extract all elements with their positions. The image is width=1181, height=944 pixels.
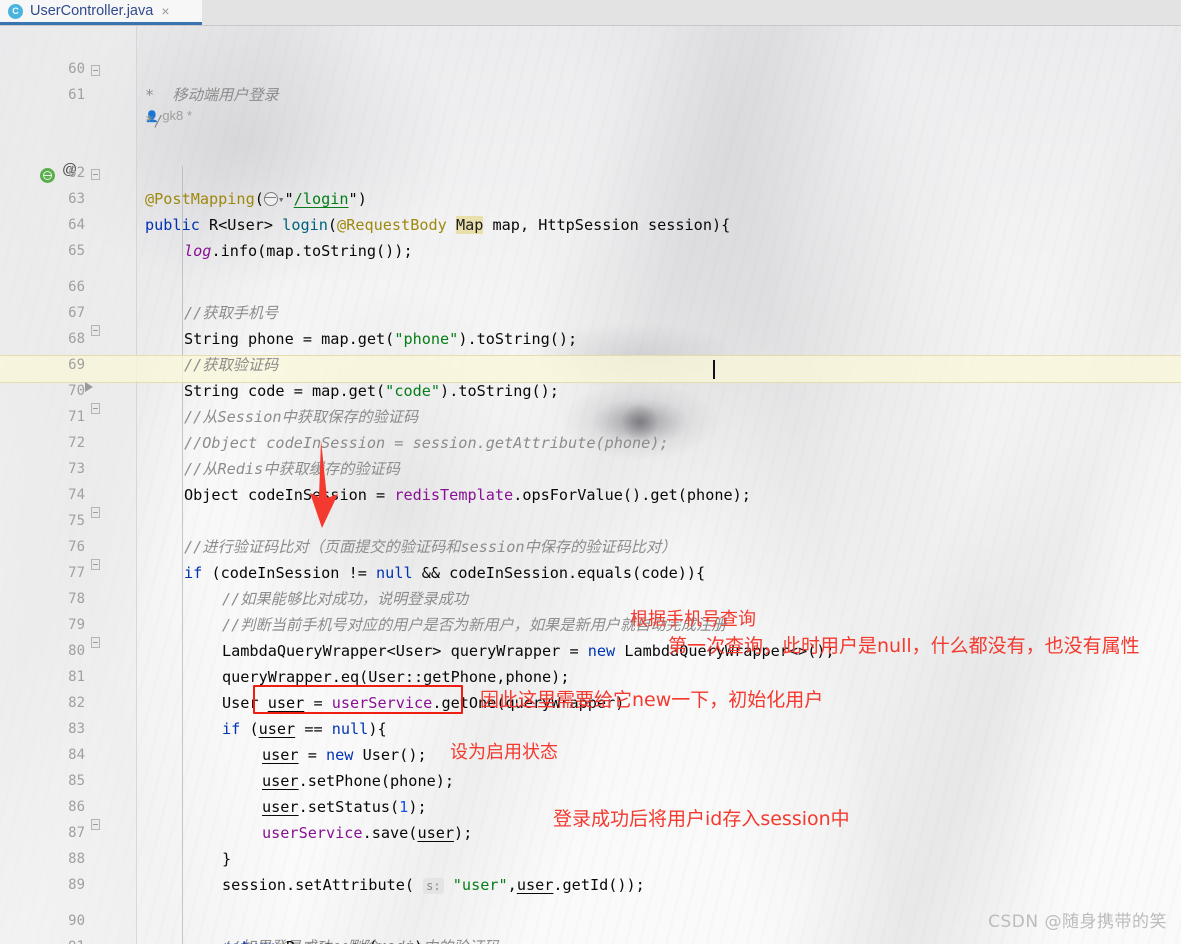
code-line-84[interactable]: 84 user.setPhone(phone);	[0, 716, 1181, 790]
code-line-67[interactable]: 67 String phone = map.get("phone").toStr…	[0, 274, 1181, 348]
code-line-60[interactable]: 60 * 移动端用户登录	[0, 30, 1181, 104]
tab-bar-empty-area	[202, 0, 1181, 25]
code-line-69[interactable]: 69 String code = map.get("code").toStrin…	[0, 326, 1181, 400]
annotation-store-user-id-session: 登录成功后将用户id存入session中	[553, 808, 850, 830]
editor-tab-bar: C UserController.java ×	[0, 0, 1181, 25]
code-line-90[interactable]: 90 //如果登录成功，删除redis中的验证码	[0, 882, 1181, 944]
annotation-first-query-null: 第一次查询，此时用户是null，什么都没有，也没有属性	[668, 635, 1140, 657]
code-line-72[interactable]: 72 //从Redis中获取缓存的验证码	[0, 404, 1181, 478]
annotation-query-by-phone: 根据手机号查询	[630, 609, 756, 630]
code-line-74[interactable]: 74	[0, 456, 1181, 503]
tab-usercontroller-java[interactable]: C UserController.java ×	[0, 0, 202, 25]
code-editor[interactable]: @ 👤 gk8 * 60 * 移动端用户登录 61 */ 62 @PostMap…	[0, 26, 1181, 944]
code-line-71[interactable]: 71 //Object codeInSession = session.getA…	[0, 378, 1181, 452]
code-line-62[interactable]: 62 @PostMapping(▾"/login")	[0, 134, 1181, 208]
red-down-arrow-annotation	[310, 440, 338, 528]
code-line-65[interactable]: 65	[0, 212, 1181, 259]
line-content: return R.success(user);	[222, 934, 432, 944]
code-line-70[interactable]: 70 //从Session中获取保存的验证码	[0, 352, 1181, 426]
ide-window: C UserController.java × @ 👤 gk8 * 60 * 移…	[0, 0, 1181, 944]
code-line-63[interactable]: 63 public R<User> login(@RequestBody Map…	[0, 160, 1181, 234]
line-content: */	[145, 112, 164, 130]
csdn-watermark: CSDN @随身携带的笑	[988, 912, 1167, 932]
code-line-85[interactable]: 85 user.setStatus(1);	[0, 742, 1181, 816]
code-line-79[interactable]: 79 LambdaQueryWrapper<User> queryWrapper…	[0, 586, 1181, 660]
line-number: 61	[68, 87, 85, 103]
code-line-89[interactable]: 89	[0, 846, 1181, 893]
code-line-76[interactable]: 76 if (codeInSession != null && codeInSe…	[0, 508, 1181, 582]
code-line-66[interactable]: 66 //获取手机号	[0, 248, 1181, 322]
tab-title: UserController.java	[30, 3, 154, 19]
red-box-annotation-new-user	[253, 685, 463, 714]
line-content: * 移动端用户登录	[145, 86, 279, 104]
annotation-set-enabled: 设为启用状态	[450, 742, 558, 763]
code-line-61[interactable]: 61 */	[0, 56, 1181, 130]
code-line-77[interactable]: 77 //如果能够比对成功，说明登录成功	[0, 534, 1181, 608]
close-icon[interactable]: ×	[161, 4, 169, 18]
code-line-64[interactable]: 64 log.info(map.toString());	[0, 186, 1181, 260]
java-class-icon: C	[8, 3, 23, 19]
code-line-75[interactable]: 75 //进行验证码比对（页面提交的验证码和session中保存的验证码比对）	[0, 482, 1181, 556]
code-line-92[interactable]: 92 return R.success(user);	[0, 934, 1181, 944]
annotation-need-new: 因此这里需要给它new一下，初始化用户	[480, 689, 824, 711]
code-line-73[interactable]: 73 Object codeInSession = redisTemplate.…	[0, 430, 1181, 504]
code-line-86[interactable]: 86 userService.save(user);	[0, 768, 1181, 842]
code-line-68[interactable]: 68 //获取验证码	[0, 300, 1181, 374]
code-line-78[interactable]: 78 //判断当前手机号对应的用户是否为新用户，如果是新用户就自动完成注册	[0, 560, 1181, 634]
